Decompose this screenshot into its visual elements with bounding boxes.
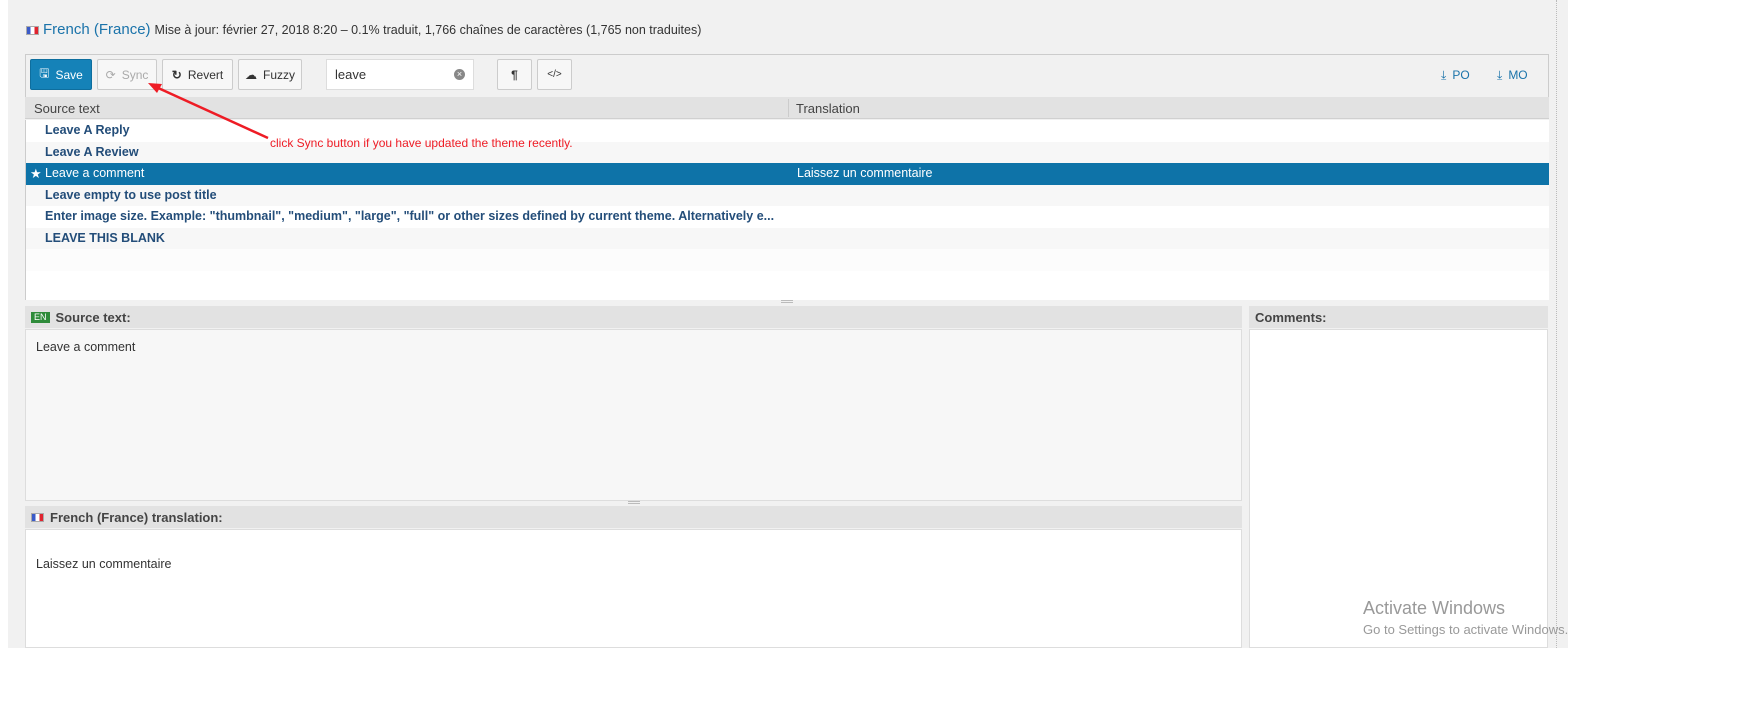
source-panel-header: EN Source text:: [25, 306, 1242, 328]
translation-panel-header: French (France) translation:: [25, 506, 1242, 528]
france-flag-icon: [31, 512, 44, 522]
resize-handle[interactable]: [628, 501, 640, 504]
activate-windows-watermark: Activate Windows Go to Settings to activ…: [1363, 598, 1569, 637]
source-text-view: Leave a comment: [25, 329, 1242, 501]
comments-panel-header: Comments:: [1249, 306, 1548, 328]
en-badge: EN: [31, 311, 50, 323]
translation-textarea[interactable]: Laissez un commentaire: [25, 529, 1242, 648]
annotation-text: click Sync button if you have updated th…: [270, 136, 573, 150]
